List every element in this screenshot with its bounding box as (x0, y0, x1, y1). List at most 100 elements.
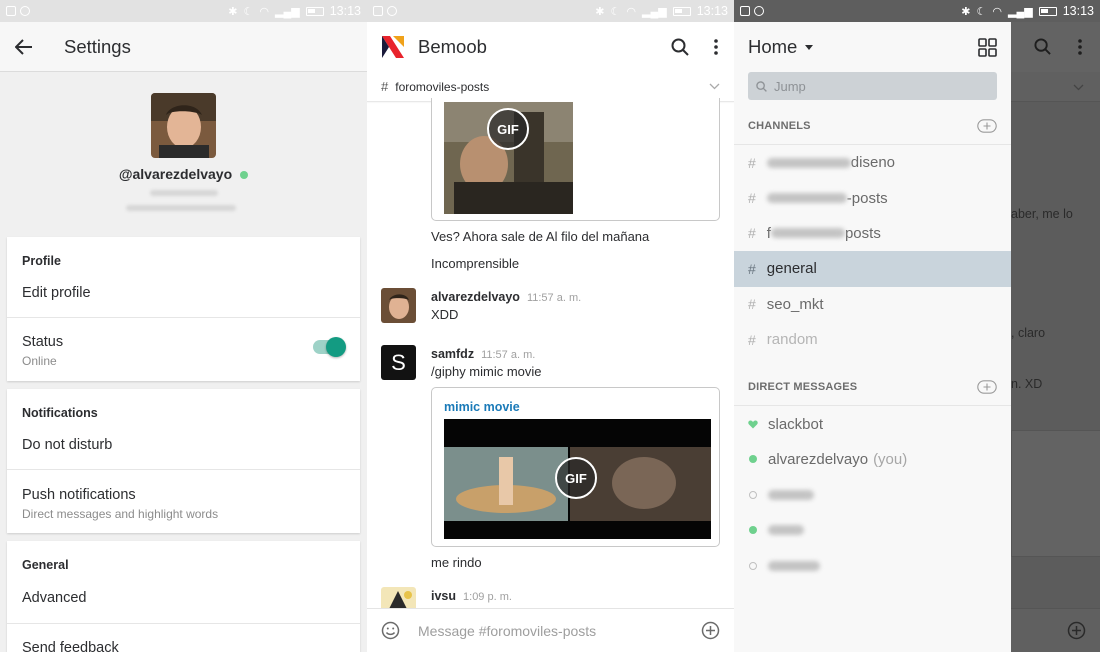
channels-section-header: CHANNELS (734, 107, 1011, 145)
channel-item[interactable]: # diseno (734, 145, 1011, 180)
dimmed-message-text: aber, me lo (1011, 207, 1073, 221)
hash-icon: # (748, 154, 756, 171)
dimmed-channel-bar (1011, 72, 1100, 102)
hash-icon: # (748, 190, 756, 207)
redacted-text (768, 489, 814, 500)
row-sublabel: Direct messages and highlight words (22, 507, 219, 521)
clock: 13:13 (1062, 4, 1094, 18)
channel-label: -posts (846, 189, 888, 207)
message-composer: Message #foromoviles-posts (367, 608, 734, 652)
notification-icon (373, 6, 383, 16)
attachment-title[interactable]: mimic movie (444, 400, 520, 414)
emoji-icon[interactable] (381, 621, 400, 640)
message-author[interactable]: alvarezdelvayo (431, 290, 520, 304)
row-label: Status (22, 334, 64, 350)
add-attachment-icon (1067, 621, 1086, 640)
message-time: 1:09 p. m. (463, 591, 512, 603)
hash-icon: # (748, 225, 756, 242)
channel-item[interactable]: # f posts (734, 216, 1011, 251)
chevron-down-icon[interactable] (709, 83, 720, 90)
message-header: alvarezdelvayo 11:57 a. m. (431, 289, 581, 304)
dm-item[interactable] (734, 513, 1011, 548)
notification-icon (754, 6, 764, 16)
battery-icon (672, 6, 691, 16)
dimmed-channel-overlay[interactable]: aber, me lo , claro n. XD (1011, 22, 1100, 652)
dm-item-slackbot[interactable]: slackbot (734, 406, 1011, 441)
profile-username: @alvarezdelvayo (0, 166, 367, 182)
send-feedback-row[interactable]: Send feedback (7, 623, 360, 652)
status-row[interactable]: Status Online (7, 317, 360, 381)
push-notifications-row[interactable]: Push notifications Direct messages and h… (7, 469, 360, 533)
wifi-icon: ◠ (259, 5, 269, 18)
team-logo-icon[interactable] (380, 34, 406, 60)
avatar[interactable] (381, 587, 416, 609)
channel-item-random[interactable]: # random (734, 322, 1011, 357)
dm-label: slackbot (768, 415, 824, 433)
row-label: Edit profile (22, 285, 91, 301)
notification-icon (20, 6, 30, 16)
channel-item[interactable]: # -posts (734, 180, 1011, 215)
channel-item-general[interactable]: # general (734, 251, 1011, 287)
clock: 13:13 (329, 4, 361, 18)
channel-label: posts (844, 224, 881, 242)
message-author[interactable]: ivsu (431, 589, 456, 603)
direct-messages-section-header: DIRECT MESSAGES (734, 368, 1011, 407)
channel-label: seo_mkt (766, 295, 824, 313)
advanced-row[interactable]: Advanced (7, 577, 360, 623)
toggle-knob (326, 337, 346, 357)
status-toggle[interactable] (313, 337, 346, 357)
more-vertical-icon[interactable] (698, 22, 734, 72)
dimmed-message-text: , claro (1011, 326, 1046, 340)
redacted-text (766, 157, 851, 168)
message-author[interactable]: samfdz (431, 347, 474, 361)
avatar[interactable] (381, 288, 416, 323)
avatar[interactable]: S (381, 345, 416, 380)
hash-icon: # (748, 260, 756, 277)
message-text: XDD (431, 307, 459, 322)
gif-badge: GIF (555, 457, 597, 499)
online-indicator (240, 171, 249, 180)
do-not-disturb-row[interactable]: Do not disturb (7, 425, 360, 469)
dm-item[interactable] (734, 548, 1011, 583)
hash-icon: # (748, 331, 756, 348)
message-text: /giphy mimic movie (431, 364, 542, 379)
wifi-icon: ◠ (992, 5, 1002, 18)
message-header: ivsu 1:09 p. m. (431, 588, 512, 603)
add-dm-icon[interactable] (977, 380, 997, 394)
add-attachment-icon[interactable] (701, 621, 720, 640)
presence-online-dot (749, 455, 757, 464)
message-input[interactable]: Message #foromoviles-posts (418, 623, 596, 639)
message-time: 11:57 a. m. (481, 349, 536, 361)
bluetooth-icon: ✱ (595, 5, 605, 18)
notification-icon (740, 6, 750, 16)
channel-list: # diseno # -posts # f posts # general # (734, 145, 1011, 357)
workspace-title[interactable]: Home (748, 36, 797, 58)
add-channel-icon[interactable] (977, 118, 997, 133)
search-icon (1034, 38, 1051, 55)
settings-app-bar: Settings (0, 22, 367, 72)
wifi-icon: ◠ (626, 5, 636, 18)
back-arrow-icon[interactable] (0, 22, 48, 72)
edit-profile-row[interactable]: Edit profile (7, 273, 360, 317)
status-bar: ✱ ☾ ◠ ▂▄▆ 13:13 (0, 0, 367, 22)
moon-icon: ☾ (610, 5, 621, 18)
avatar[interactable] (151, 93, 216, 158)
more-vertical-icon (1078, 39, 1082, 55)
bluetooth-icon: ✱ (228, 5, 238, 18)
jump-search-input[interactable]: Jump (748, 72, 997, 100)
dimmed-attachment (1011, 430, 1100, 557)
caret-down-icon[interactable] (805, 44, 814, 50)
dm-item-self[interactable]: alvarezdelvayo (you) (734, 442, 1011, 477)
notification-icon (387, 6, 397, 16)
workspaces-grid-icon[interactable] (978, 37, 997, 57)
jump-placeholder: Jump (774, 78, 806, 94)
redacted-text (770, 228, 845, 239)
dm-item[interactable] (734, 477, 1011, 512)
username-text: @alvarezdelvayo (118, 166, 233, 182)
giphy-attachment[interactable]: mimic movie GIF (431, 387, 720, 547)
search-icon[interactable] (662, 22, 698, 72)
section-heading: Notifications (22, 406, 98, 420)
gif-attachment[interactable]: GIF (431, 98, 720, 221)
channel-item-seo-mkt[interactable]: # seo_mkt (734, 287, 1011, 322)
message-text: Ves? Ahora sale de Al filo del mañana (431, 229, 650, 244)
